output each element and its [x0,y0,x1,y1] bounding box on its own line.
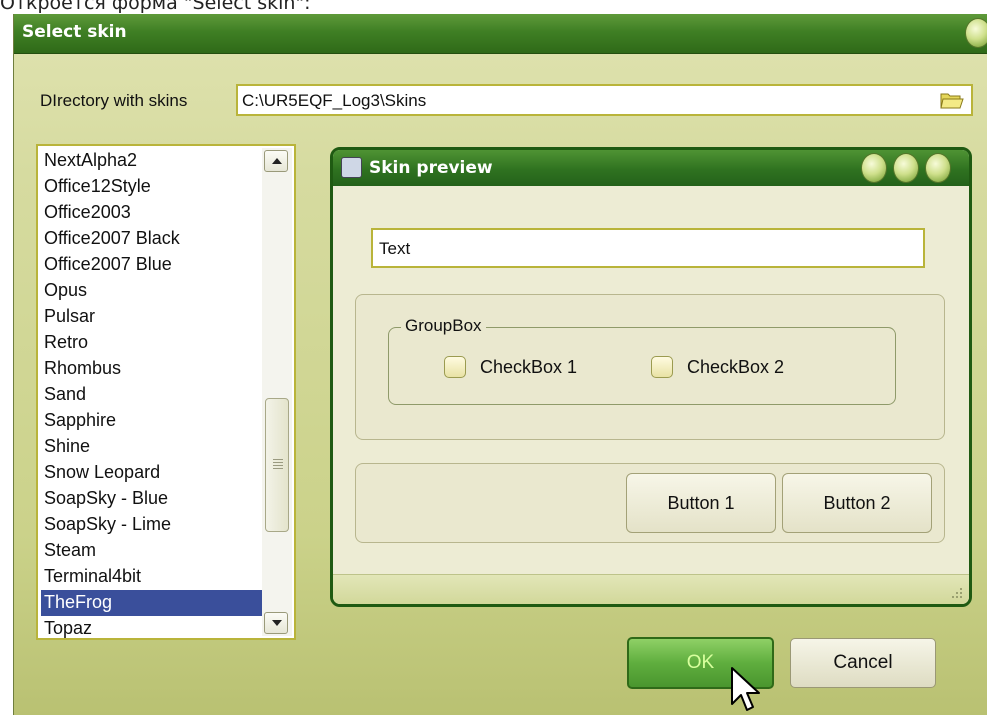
close-icon[interactable] [925,153,951,183]
select-skin-dialog: Select skin DIrectory with skins C:\UR5E… [13,14,987,715]
scroll-thumb[interactable] [265,398,289,532]
checkbox-2-label[interactable]: CheckBox 2 [687,357,784,378]
skin-list-item[interactable]: Rhombus [41,356,264,382]
skin-list-item[interactable]: SoapSky - Blue [41,486,264,512]
preview-panel: GroupBox CheckBox 1 CheckBox 2 [355,294,945,440]
skin-list-item[interactable]: Sand [41,382,264,408]
skin-list-item[interactable]: Office12Style [41,174,264,200]
dialog-titlebar[interactable]: Select skin [14,14,987,54]
preview-titlebar: Skin preview [333,150,969,186]
skin-list-item[interactable]: Pulsar [41,304,264,330]
skin-list-item[interactable]: Office2007 Blue [41,252,264,278]
minimize-icon[interactable] [861,153,887,183]
skin-list-items: NextAlpha2 Office12Style Office2003 Office2… [41,148,264,638]
scroll-up-button[interactable] [264,150,288,172]
skin-list-item[interactable]: Retro [41,330,264,356]
skin-list-item[interactable]: SoapSky - Lime [41,512,264,538]
window-control-icon[interactable] [965,18,987,48]
skin-list[interactable]: NextAlpha2 Office12Style Office2003 Office2… [36,144,296,640]
skin-list-item[interactable]: Topaz [41,616,264,638]
app-icon [341,157,362,178]
groupbox-title: GroupBox [401,316,486,336]
checkbox-1[interactable] [444,356,466,378]
dialog-title: Select skin [22,22,127,42]
directory-field[interactable]: C:\UR5EQF_Log3\Skins [236,84,973,116]
skin-list-item[interactable]: Shine [41,434,264,460]
preview-text-field[interactable]: Text [371,228,925,268]
list-scrollbar[interactable] [262,148,292,636]
skin-list-item[interactable]: Sapphire [41,408,264,434]
skin-list-item[interactable]: Office2007 Black [41,226,264,252]
mouse-pointer-icon [731,667,760,711]
groupbox: GroupBox CheckBox 1 CheckBox 2 [388,316,896,405]
skin-list-item[interactable]: Office2003 [41,200,264,226]
preview-button-2[interactable]: Button 2 [782,473,932,533]
page-caption: Откроется форма "Select skin": [0,0,311,14]
directory-value: C:\UR5EQF_Log3\Skins [242,91,427,110]
maximize-icon[interactable] [893,153,919,183]
preview-title: Skin preview [369,158,493,178]
skin-list-item[interactable]: Opus [41,278,264,304]
skin-list-item[interactable]: NextAlpha2 [41,148,264,174]
skin-list-item[interactable]: Terminal4bit [41,564,264,590]
skin-list-item[interactable]: Steam [41,538,264,564]
cancel-button[interactable]: Cancel [790,638,936,688]
folder-open-icon[interactable] [940,91,964,110]
checkbox-1-label[interactable]: CheckBox 1 [480,357,577,378]
skin-list-item[interactable]: TheFrog [41,590,264,616]
skin-list-item[interactable]: Snow Leopard [41,460,264,486]
preview-statusbar [333,574,969,604]
arrow-down-icon [272,620,282,626]
resize-grip-icon[interactable] [949,585,963,599]
preview-text-value: Text [379,239,411,258]
skin-preview-window: Skin preview Text GroupBox CheckBox 1 Ch… [330,147,972,607]
scroll-down-button[interactable] [264,612,288,634]
checkbox-2[interactable] [651,356,673,378]
preview-button-1[interactable]: Button 1 [626,473,776,533]
preview-button-panel: Button 1 Button 2 [355,463,945,543]
arrow-up-icon [272,158,282,164]
directory-label: DIrectory with skins [40,91,188,110]
